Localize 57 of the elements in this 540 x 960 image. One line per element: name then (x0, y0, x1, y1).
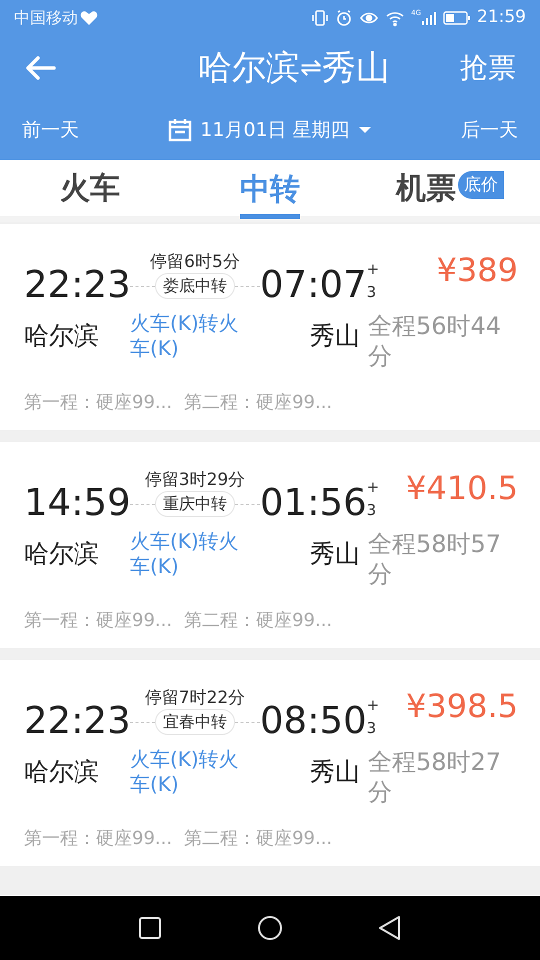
arrive-time: 01:56 (260, 484, 367, 521)
mode-tab[interactable]: 火车 (0, 160, 180, 216)
second-leg-seat: 第二程：硬座99... (184, 607, 332, 634)
total-duration: 全程58时57分 (368, 529, 502, 589)
to-station: 秀山 (310, 538, 361, 570)
recent-apps-icon[interactable] (138, 916, 162, 940)
stop-duration: 停留7时22分 (144, 688, 246, 710)
to-station: 秀山 (310, 756, 361, 788)
second-leg-seat: 第二程：硬座99... (184, 825, 332, 852)
first-leg-seat: 第一程：硬座99... (24, 825, 172, 852)
total-duration: 全程58时27分 (368, 747, 502, 807)
price: ¥410.5 (406, 472, 518, 504)
from-station: 哈尔滨 (24, 320, 100, 352)
train-types: 火车(K)转火车(K) (130, 747, 240, 797)
vibrate-icon (311, 9, 330, 27)
wifi-icon (385, 9, 406, 27)
train-types: 火车(K)转火车(K) (130, 311, 240, 361)
second-leg-seat: 第二程：硬座99... (184, 389, 332, 416)
arrive-time: 08:50 (260, 702, 367, 739)
stop-duration: 停留3时29分 (144, 470, 246, 492)
battery-icon (443, 10, 471, 26)
price: ¥398.5 (406, 690, 518, 722)
total-duration: 全程56时44分 (368, 311, 502, 371)
to-station: 秀山 (310, 320, 361, 352)
day-offset-sign: + (366, 262, 379, 277)
stop-duration: 停留6时5分 (150, 252, 240, 274)
back-arrow-icon (24, 54, 58, 82)
from-station: 哈尔滨 (24, 756, 100, 788)
transfer-station-tag: 重庆中转 (155, 491, 235, 518)
dropdown-caret-icon (358, 125, 372, 135)
depart-time: 14:59 (24, 484, 130, 521)
route-title: 哈尔滨⇌秀山 (198, 46, 390, 90)
heart-icon (80, 10, 98, 26)
first-leg-seat: 第一程：硬座99... (24, 389, 172, 416)
depart-time: 22:23 (24, 266, 130, 303)
day-offset: 3 (366, 285, 378, 300)
mode-tab[interactable]: 机票 底价 (360, 160, 540, 216)
carrier-name: 中国移动 (14, 7, 78, 29)
signal-icon (421, 10, 437, 26)
back-icon[interactable] (378, 915, 402, 941)
arrive-time: 07:07 (260, 266, 367, 303)
depart-time: 22:23 (24, 702, 130, 739)
calendar-icon (168, 118, 192, 142)
from-station: 哈尔滨 (24, 538, 100, 570)
day-offset-sign: + (366, 480, 379, 495)
first-leg-seat: 第一程：硬座99... (24, 607, 172, 634)
lowest-price-badge: 底价 (458, 171, 504, 199)
day-offset: 3 (366, 503, 378, 518)
transfer-station-tag: 娄底中转 (155, 273, 235, 300)
transfer-station-tag: 宜春中转 (155, 709, 235, 736)
train-types: 火车(K)转火车(K) (130, 529, 240, 579)
home-icon[interactable] (257, 915, 283, 941)
alarm-icon (335, 9, 354, 27)
price: ¥389 (436, 254, 518, 286)
day-offset-sign: + (366, 698, 379, 713)
clock-text: 21:59 (477, 6, 526, 30)
day-offset: 3 (366, 721, 378, 736)
